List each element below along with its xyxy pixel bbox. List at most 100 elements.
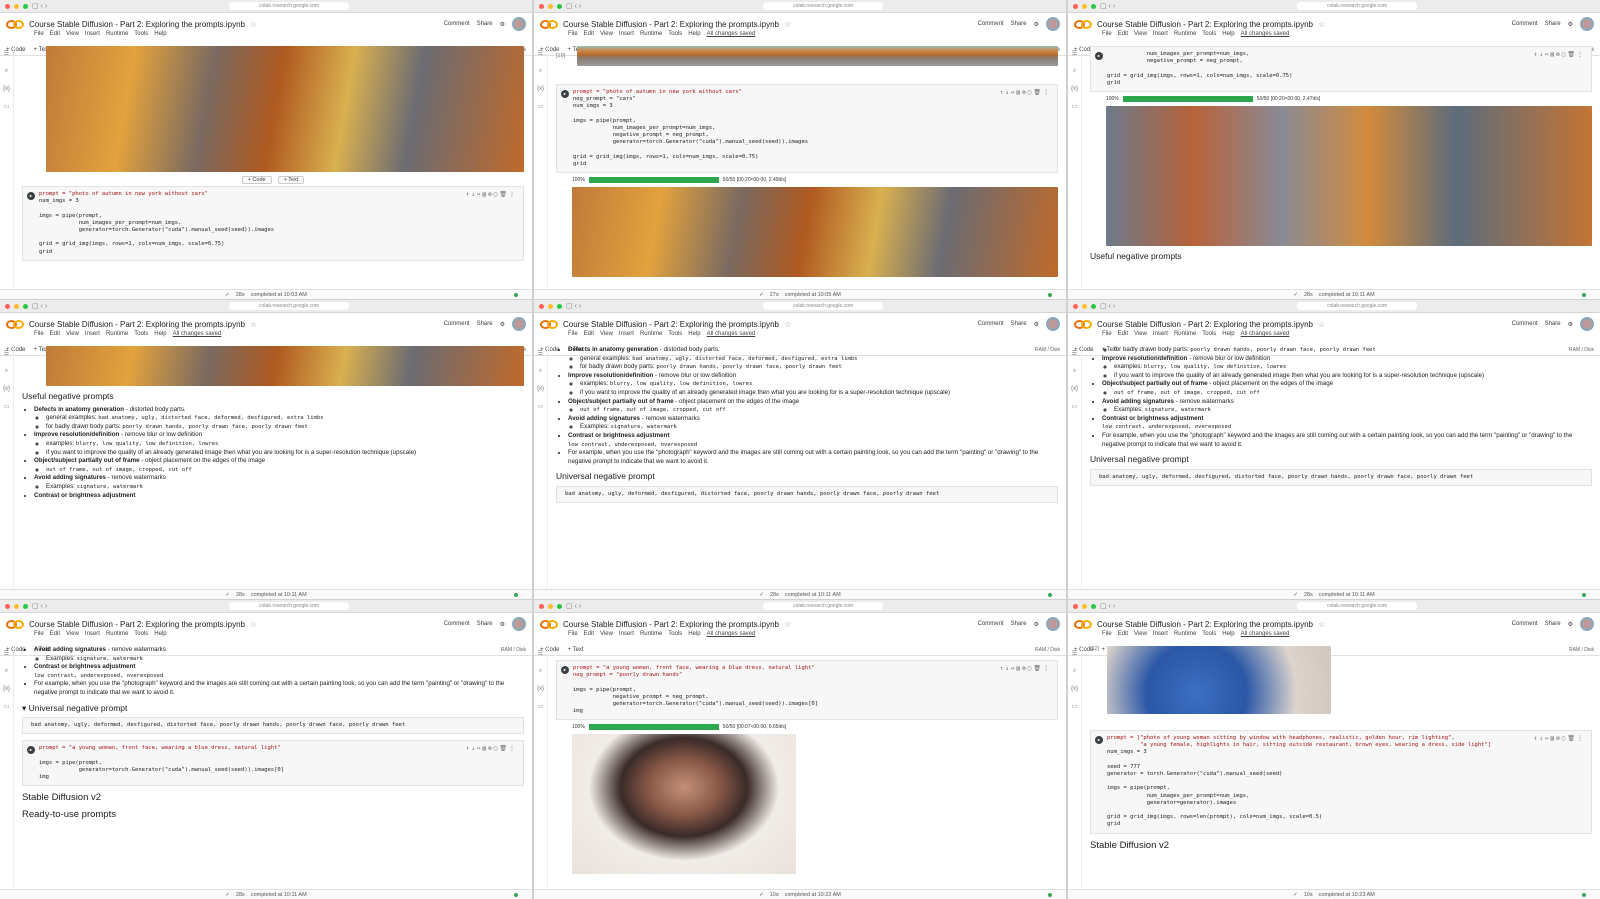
variables-icon[interactable]: {x} [3,386,10,392]
menu-help[interactable]: Help [1222,331,1234,337]
menu-tools[interactable]: Tools [134,31,148,37]
star-icon[interactable]: ☆ [784,620,791,629]
search-icon[interactable]: ⌕ [5,668,8,675]
star-icon[interactable]: ☆ [250,20,257,29]
files-icon[interactable]: ▭ [4,703,10,710]
files-icon[interactable]: ▭ [4,103,10,110]
menu-insert[interactable]: Insert [619,31,634,37]
variables-icon[interactable]: {x} [1071,686,1078,692]
close-dot[interactable] [1073,3,1078,9]
code-cell[interactable]: ▶ ↑↓⇔▤⚙▢🗑⋮ num_images_per_prompt=num_imgs… [1090,46,1592,93]
close-dot[interactable] [5,303,10,309]
star-icon[interactable]: ☆ [784,320,791,329]
menu-insert[interactable]: Insert [619,631,634,637]
menu-view[interactable]: View [1134,631,1147,637]
share-button[interactable]: Share [1545,321,1561,327]
menu-file[interactable]: File [34,331,44,337]
menu-edit[interactable]: Edit [584,631,594,637]
save-status[interactable]: All changes saved [1241,31,1290,37]
toc-icon[interactable]: ☰ [538,350,543,357]
share-button[interactable]: Share [477,621,493,627]
menu-file[interactable]: File [1102,631,1112,637]
cell-toolbar[interactable]: ↑↓⇔▤⚙▢🗑⋮ [1000,89,1051,96]
menu-insert[interactable]: Insert [85,31,100,37]
minimize-dot[interactable] [14,303,19,309]
nav-icons[interactable]: ▢ ‹ › [32,2,47,10]
variables-icon[interactable]: {x} [537,86,544,92]
files-icon[interactable]: ▭ [538,403,544,410]
variables-icon[interactable]: {x} [1071,386,1078,392]
comment-button[interactable]: Comment [978,621,1004,627]
save-status[interactable]: All changes saved [173,331,222,337]
minimize-dot[interactable] [548,303,553,309]
maximize-dot[interactable] [1091,303,1096,309]
nav-icons[interactable]: ▢ ‹ › [32,302,47,310]
close-dot[interactable] [1073,603,1078,609]
cell-toolbar[interactable]: ↑↓⇔▤⚙▢🗑⋮ [1534,735,1585,742]
menu-help[interactable]: Help [154,31,166,37]
save-status[interactable]: All changes saved [707,631,756,637]
menu-edit[interactable]: Edit [1118,31,1128,37]
url-bar[interactable]: colab.research.google.com [229,602,350,610]
url-bar[interactable]: colab.research.google.com [1297,602,1418,610]
star-icon[interactable]: ☆ [1318,320,1325,329]
code-cell[interactable]: ▶ ↑↓⇔▤⚙▢🗑⋮ prompt = ["photo of young woman… [1090,730,1592,834]
menu-edit[interactable]: Edit [50,31,60,37]
menu-tools[interactable]: Tools [668,331,682,337]
menu-insert[interactable]: Insert [1153,31,1168,37]
gear-icon[interactable]: ⚙ [1568,321,1573,328]
notebook-title[interactable]: Course Stable Diffusion - Part 2: Explor… [29,320,245,329]
avatar[interactable] [1046,617,1060,631]
nav-icons[interactable]: ▢ ‹ › [566,2,581,10]
menu-view[interactable]: View [1134,31,1147,37]
menu-view[interactable]: View [600,331,613,337]
code-cell[interactable]: ▶ ↑↓⇔▤⚙▢🗑⋮ prompt = "photo of autumn in ne… [22,186,524,261]
share-button[interactable]: Share [477,21,493,27]
menu-tools[interactable]: Tools [1202,631,1216,637]
star-icon[interactable]: ☆ [250,320,257,329]
menu-file[interactable]: File [568,331,578,337]
share-button[interactable]: Share [1011,321,1027,327]
notebook-title[interactable]: Course Stable Diffusion - Part 2: Explor… [29,20,245,29]
menu-runtime[interactable]: Runtime [106,331,128,337]
avatar[interactable] [1580,317,1594,331]
menu-edit[interactable]: Edit [584,31,594,37]
menu-view[interactable]: View [1134,331,1147,337]
add-code-button[interactable]: + Code [241,176,272,184]
run-cell-button[interactable]: ▶ [1095,52,1103,60]
variables-icon[interactable]: {x} [537,386,544,392]
menu-runtime[interactable]: Runtime [640,31,662,37]
url-bar[interactable]: colab.research.google.com [1297,302,1418,310]
variables-icon[interactable]: {x} [3,686,10,692]
avatar[interactable] [1580,617,1594,631]
menu-view[interactable]: View [600,31,613,37]
gear-icon[interactable]: ⚙ [1568,21,1573,28]
menu-edit[interactable]: Edit [1118,331,1128,337]
menu-tools[interactable]: Tools [668,31,682,37]
search-icon[interactable]: ⌕ [539,68,542,75]
comment-button[interactable]: Comment [978,21,1004,27]
nav-icons[interactable]: ▢ ‹ › [1100,602,1115,610]
url-bar[interactable]: colab.research.google.com [229,302,350,310]
search-icon[interactable]: ⌕ [1073,68,1076,75]
save-status[interactable]: All changes saved [707,331,756,337]
search-icon[interactable]: ⌕ [539,668,542,675]
notebook-title[interactable]: Course Stable Diffusion - Part 2: Explor… [1097,320,1313,329]
files-icon[interactable]: ▭ [538,103,544,110]
section-heading[interactable]: ▾ Universal negative prompt [22,703,524,713]
menu-runtime[interactable]: Runtime [1174,31,1196,37]
menu-tools[interactable]: Tools [134,331,148,337]
variables-icon[interactable]: {x} [537,686,544,692]
menu-edit[interactable]: Edit [1118,631,1128,637]
search-icon[interactable]: ⌕ [1073,668,1076,675]
search-icon[interactable]: ⌕ [5,68,8,75]
run-cell-button[interactable]: ▶ [561,666,569,674]
run-cell-button[interactable]: ▶ [27,746,35,755]
maximize-dot[interactable] [23,303,28,309]
notebook-title[interactable]: Course Stable Diffusion - Part 2: Explor… [563,20,779,29]
menu-file[interactable]: File [34,631,44,637]
maximize-dot[interactable] [23,603,28,609]
files-icon[interactable]: ▭ [1072,403,1078,410]
avatar[interactable] [1046,317,1060,331]
search-icon[interactable]: ⌕ [5,368,8,375]
